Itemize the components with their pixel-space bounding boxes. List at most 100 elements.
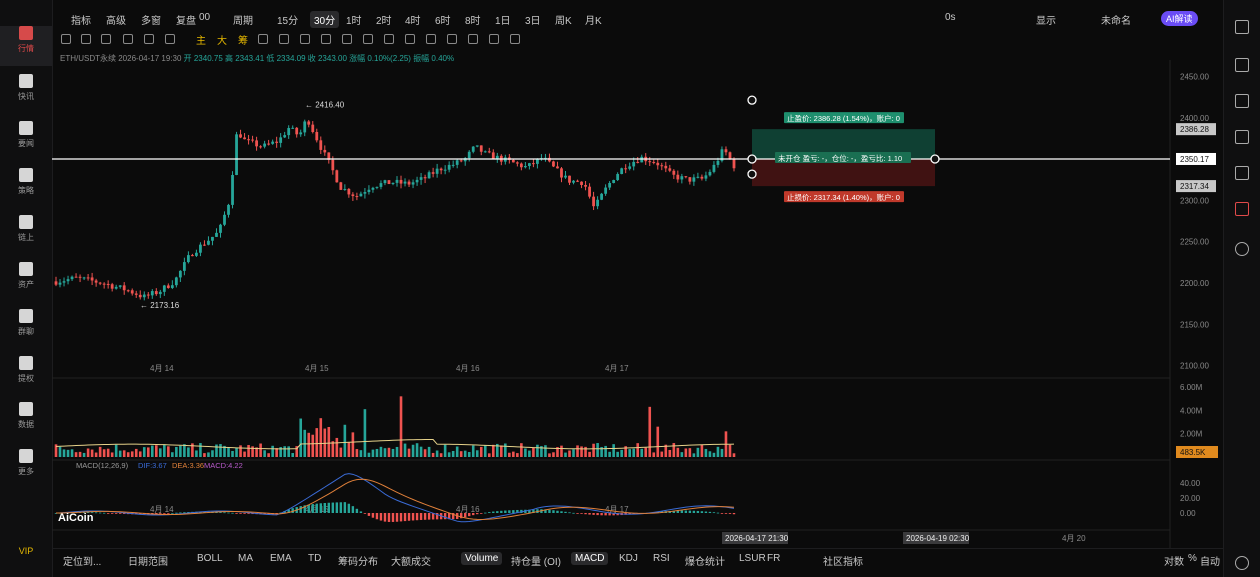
indicator-5[interactable]: 大额成交 <box>391 553 431 568</box>
sidebar-item-9[interactable]: 更多 <box>0 449 52 489</box>
candle-body <box>431 172 435 174</box>
macd-title: MACD(12,26,9) <box>76 461 129 470</box>
draw-tool-icon[interactable] <box>123 34 133 44</box>
candle-body <box>239 134 242 138</box>
period-item-16[interactable]: 月K <box>585 12 602 27</box>
draw-tool-icon[interactable] <box>489 34 499 44</box>
sidebar-item-4[interactable]: 链上 <box>0 215 52 255</box>
period-item-5[interactable]: 周期 <box>233 12 253 27</box>
order-handle[interactable] <box>747 169 757 179</box>
order-handle[interactable] <box>747 95 757 105</box>
period-item-2[interactable]: 多窗 <box>141 12 161 27</box>
topbar-right-1[interactable]: 显示 <box>1036 12 1056 27</box>
draw-tool-icon[interactable] <box>101 34 111 44</box>
draw-tool-icon[interactable] <box>405 34 415 44</box>
bottom-right-0[interactable]: 对数 <box>1164 553 1184 568</box>
draw-tool-icon[interactable] <box>321 34 331 44</box>
list-icon[interactable] <box>1235 94 1249 108</box>
period-item-8[interactable]: 1时 <box>346 12 362 27</box>
indicator-11[interactable]: 爆仓统计 <box>685 553 725 568</box>
wallet-icon[interactable] <box>1235 166 1249 180</box>
period-item-0[interactable]: 指标 <box>71 12 91 27</box>
panel-icon[interactable] <box>1235 20 1249 34</box>
indicator-3[interactable]: TD <box>308 553 321 564</box>
draw-tool-icon[interactable] <box>81 34 91 44</box>
bottom-left-0[interactable]: 定位到... <box>63 553 101 568</box>
indicator-7[interactable]: 持仓量 (OI) <box>511 553 561 568</box>
draw-tool-icon[interactable] <box>447 34 457 44</box>
period-item-6[interactable]: 15分 <box>277 12 298 27</box>
calendar-icon[interactable] <box>1235 130 1249 144</box>
topbar-right-0[interactable]: 0s <box>945 12 956 23</box>
robot-icon[interactable] <box>1235 202 1249 216</box>
sidebar-item-6[interactable]: 群聊 <box>0 309 52 349</box>
draw-tool-icon[interactable] <box>165 34 175 44</box>
compass-icon[interactable] <box>1235 242 1249 256</box>
draw-tool-icon[interactable] <box>468 34 478 44</box>
macd-bar <box>375 513 379 520</box>
sidebar-item-5[interactable]: 资产 <box>0 262 52 302</box>
indicator-10[interactable]: RSI <box>653 553 670 564</box>
indicator-6[interactable]: Volume <box>461 552 503 565</box>
period-item-1[interactable]: 高级 <box>106 12 126 27</box>
period-item-4[interactable]: 00 <box>199 12 210 23</box>
indicator-8[interactable]: MACD <box>571 552 609 565</box>
kline-chart[interactable]: 2450.002400.002350.002300.002250.002200.… <box>52 60 1223 548</box>
draw-text-tool-2[interactable]: 筹 <box>238 32 248 47</box>
volume-bar <box>411 444 415 457</box>
macd-bar <box>500 510 503 513</box>
volume-bar <box>331 441 335 457</box>
period-item-15[interactable]: 周K <box>555 12 572 27</box>
draw-tool-icon[interactable] <box>279 34 289 44</box>
draw-text-tool-1[interactable]: 大 <box>217 32 227 47</box>
indicator-14[interactable]: 社区指标 <box>823 553 863 568</box>
draw-tool-icon[interactable] <box>510 34 520 44</box>
indicator-2[interactable]: EMA <box>270 553 292 564</box>
topbar-right-2[interactable]: 未命名 <box>1101 12 1131 27</box>
period-item-13[interactable]: 1日 <box>495 12 511 27</box>
indicator-12[interactable]: LSUR <box>739 553 766 564</box>
indicator-4[interactable]: 筹码分布 <box>338 553 378 568</box>
draw-tool-icon[interactable] <box>363 34 373 44</box>
settings-icon[interactable] <box>1235 556 1249 570</box>
order-handle[interactable] <box>930 154 940 164</box>
period-item-7[interactable]: 30分 <box>310 11 340 28</box>
sidebar-item-7[interactable]: 提权 <box>0 356 52 396</box>
vip-badge[interactable]: VIP <box>0 546 52 556</box>
period-item-12[interactable]: 8时 <box>465 12 481 27</box>
stop-loss-zone[interactable] <box>752 158 935 187</box>
date-tick: 4月 15 <box>305 364 329 373</box>
volume-bar <box>367 452 371 457</box>
sidebar-item-2[interactable]: 要闻 <box>0 121 52 161</box>
indicator-13[interactable]: FR <box>767 553 780 564</box>
period-item-11[interactable]: 6时 <box>435 12 451 27</box>
sidebar-item-8[interactable]: 数据 <box>0 402 52 442</box>
bottom-right-1[interactable]: % <box>1188 553 1197 564</box>
order-handle[interactable] <box>747 154 757 164</box>
draw-tool-icon[interactable] <box>426 34 436 44</box>
sidebar-item-1[interactable]: 快讯 <box>0 74 52 114</box>
candle-body <box>487 151 491 153</box>
bottom-right-2[interactable]: 自动 <box>1200 553 1220 568</box>
indicator-0[interactable]: BOLL <box>197 553 223 564</box>
draw-tool-icon[interactable] <box>144 34 154 44</box>
indicator-1[interactable]: MA <box>238 553 253 564</box>
indicator-9[interactable]: KDJ <box>619 553 638 564</box>
draw-tool-icon[interactable] <box>61 34 71 44</box>
draw-tool-icon[interactable] <box>384 34 394 44</box>
notes-icon[interactable] <box>1235 58 1249 72</box>
period-item-14[interactable]: 3日 <box>525 12 541 27</box>
candle-body <box>600 193 604 200</box>
draw-tool-icon[interactable] <box>300 34 310 44</box>
period-item-3[interactable]: 复盘 <box>176 12 196 27</box>
period-item-10[interactable]: 4时 <box>405 12 421 27</box>
sidebar-item-0[interactable]: 行情 <box>0 26 52 66</box>
candle-body <box>375 186 379 188</box>
period-item-9[interactable]: 2时 <box>376 12 392 27</box>
sidebar-item-3[interactable]: 策略 <box>0 168 52 208</box>
bottom-left-1[interactable]: 日期范围 <box>128 553 168 568</box>
draw-text-tool-0[interactable]: 主 <box>196 32 206 47</box>
draw-tool-icon[interactable] <box>342 34 352 44</box>
draw-tool-icon[interactable] <box>258 34 268 44</box>
ai-analysis-button[interactable]: AI解读 <box>1161 11 1198 26</box>
